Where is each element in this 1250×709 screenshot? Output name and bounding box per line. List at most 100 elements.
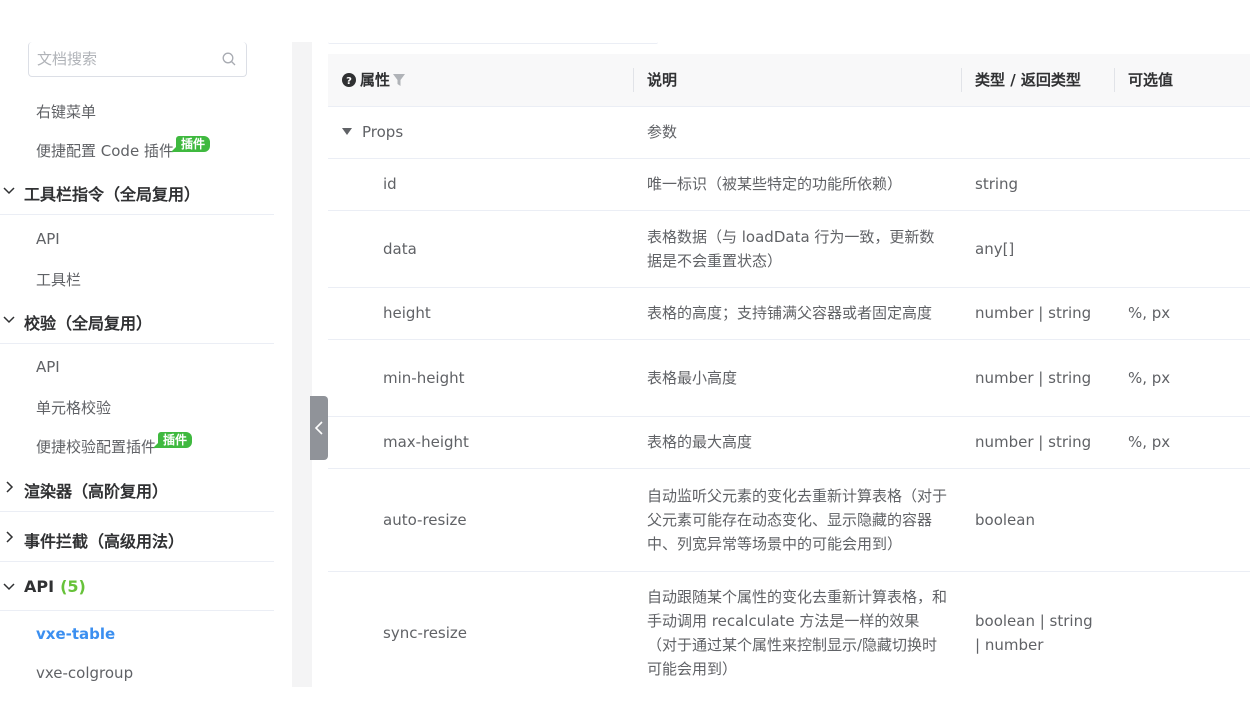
nav-group-label: API [24,577,55,596]
cell-options [1114,158,1250,211]
cell-name: height [328,287,633,340]
nav-item-code-plugin[interactable]: 便捷配置 Code 插件 插件 [36,136,210,161]
divider [0,343,274,344]
nav-item-validation-api[interactable]: API [36,358,60,376]
cell-options: %, px [1114,339,1250,417]
cell-desc: 表格数据（与 loadData 行为一致，更新数据是不会重置状态） [633,210,961,288]
nav-item-validation-plugin[interactable]: 便捷校验配置插件 插件 [36,432,193,457]
chevron-right-icon [6,481,14,493]
cell-name: id [328,158,633,211]
group-name: Props [362,123,404,141]
table-row: auto-resize 自动监听父元素的变化去重新计算表格（对于父元素可能存在动… [328,468,1250,572]
cell-options: %, px [1114,287,1250,340]
nav-group-toolbar[interactable]: 工具栏指令（全局复用） [0,181,274,205]
cell-type: string [961,158,1114,211]
header-desc-label: 说明 [647,71,678,90]
nav-group-interceptor[interactable]: 事件拦截（高级用法） [0,528,274,552]
nav-group-label: 工具栏指令（全局复用） [24,185,201,204]
cell-options: %, px [1114,416,1250,469]
cell-desc: 自动跟随某个属性的变化去重新计算表格，和手动调用 recalculate 方法是… [633,571,961,687]
table-row: data 表格数据（与 loadData 行为一致，更新数据是不会重置状态） a… [328,210,1250,288]
cell-options [1114,210,1250,288]
cell-options [1114,468,1250,572]
cell-type: boolean | string | number [961,571,1114,687]
header-name[interactable]: ? 属性 [328,54,633,107]
divider [0,610,274,611]
nav-item-label: vxe-table [36,625,116,643]
header-options-label: 可选值 [1128,71,1174,90]
cell-type: number | string [961,287,1114,340]
cell-desc: 表格的高度；支持铺满父容器或者固定高度 [633,287,961,340]
nav-group-label: 渲染器（高阶复用） [24,482,169,501]
search-box [28,42,247,77]
divider [0,214,274,215]
search-input[interactable] [37,42,217,76]
cell-options [1114,571,1250,687]
nav-item-toolbar-api[interactable]: API [36,230,60,248]
table-group-row[interactable]: Props 参数 [328,106,1250,159]
table-row: min-height 表格最小高度 number | string %, px [328,339,1250,417]
cell-desc: 唯一标识（被某些特定的功能所依赖） [633,158,961,211]
divider [0,511,274,512]
cell-type: any[] [961,210,1114,288]
divider [0,561,274,562]
nav-item-label: vxe-colgroup [36,664,134,682]
plugin-badge: 插件 [153,432,193,448]
search-icon[interactable] [222,52,236,66]
group-desc-cell: 参数 [633,106,961,159]
filter-input-edge [328,42,658,44]
cell-desc: 自动监听父元素的变化去重新计算表格（对于父元素可能存在动态变化、显示隐藏的容器中… [633,468,961,572]
nav-item-label: API [36,358,60,376]
chevron-down-icon [3,583,15,591]
chevron-down-icon [3,187,15,195]
cell-desc: 表格最小高度 [633,339,961,417]
nav-item-vxe-colgroup[interactable]: vxe-colgroup [36,664,133,682]
nav-item-label: API [36,230,60,248]
api-count: (5) [60,577,86,596]
nav-item-context-menu[interactable]: 右键菜单 [36,101,96,122]
header-type-label: 类型 / 返回类型 [975,71,1081,90]
chevron-right-icon [6,531,14,543]
nav-group-label: 事件拦截（高级用法） [24,532,185,551]
nav-item-vxe-table[interactable]: vxe-table [36,625,115,643]
nav-group-validation[interactable]: 校验（全局复用） [0,310,274,334]
chevron-down-icon [3,316,15,324]
cell-desc: 表格的最大高度 [633,416,961,469]
header-desc: 说明 [633,54,961,107]
help-icon[interactable]: ? [342,73,356,88]
header-type: 类型 / 返回类型 [961,54,1114,107]
cell-name: min-height [328,339,633,417]
plugin-badge: 插件 [170,136,210,152]
group-type-cell [961,106,1114,159]
chevron-left-icon [314,421,323,435]
cell-name: data [328,210,633,288]
sidebar-scroll-gutter [292,42,312,687]
nav-item-toolbar[interactable]: 工具栏 [36,269,81,290]
group-name-cell[interactable]: Props [328,106,633,159]
svg-text:?: ? [346,76,352,87]
cell-name: max-height [328,416,633,469]
table-row: id 唯一标识（被某些特定的功能所依赖） string [328,158,1250,211]
table-header-row: ? 属性 说明 类型 / 返回类型 可选值 [328,54,1250,107]
header-options: 可选值 [1114,54,1250,107]
cell-type: number | string [961,416,1114,469]
cell-type: number | string [961,339,1114,417]
nav-item-label: 便捷配置 Code 插件 [36,142,174,160]
header-name-label: 属性 [360,71,391,90]
api-table: ? 属性 说明 类型 / 返回类型 可选值 Props 参数 id 唯一标识（被某… [328,54,1250,687]
nav-item-label: 单元格校验 [36,399,112,417]
nav-group-renderer[interactable]: 渲染器（高阶复用） [0,478,274,502]
nav-item-label: 工具栏 [36,271,82,289]
table-row: height 表格的高度；支持铺满父容器或者固定高度 number | stri… [328,287,1250,340]
sidebar-collapse-button[interactable] [310,396,328,460]
cell-type: boolean [961,468,1114,572]
nav-item-label: 右键菜单 [36,103,97,121]
caret-down-icon[interactable] [342,128,352,135]
group-options-cell [1114,106,1250,159]
sidebar: 右键菜单 便捷配置 Code 插件插件 工具栏指令（全局复用） API 工具栏 … [0,0,292,709]
nav-item-cell-validation[interactable]: 单元格校验 [36,397,111,418]
nav-group-api[interactable]: API (5) [0,577,274,596]
nav-group-label: 校验（全局复用） [24,314,153,333]
filter-icon[interactable] [392,72,406,88]
cell-name: sync-resize [328,571,633,687]
